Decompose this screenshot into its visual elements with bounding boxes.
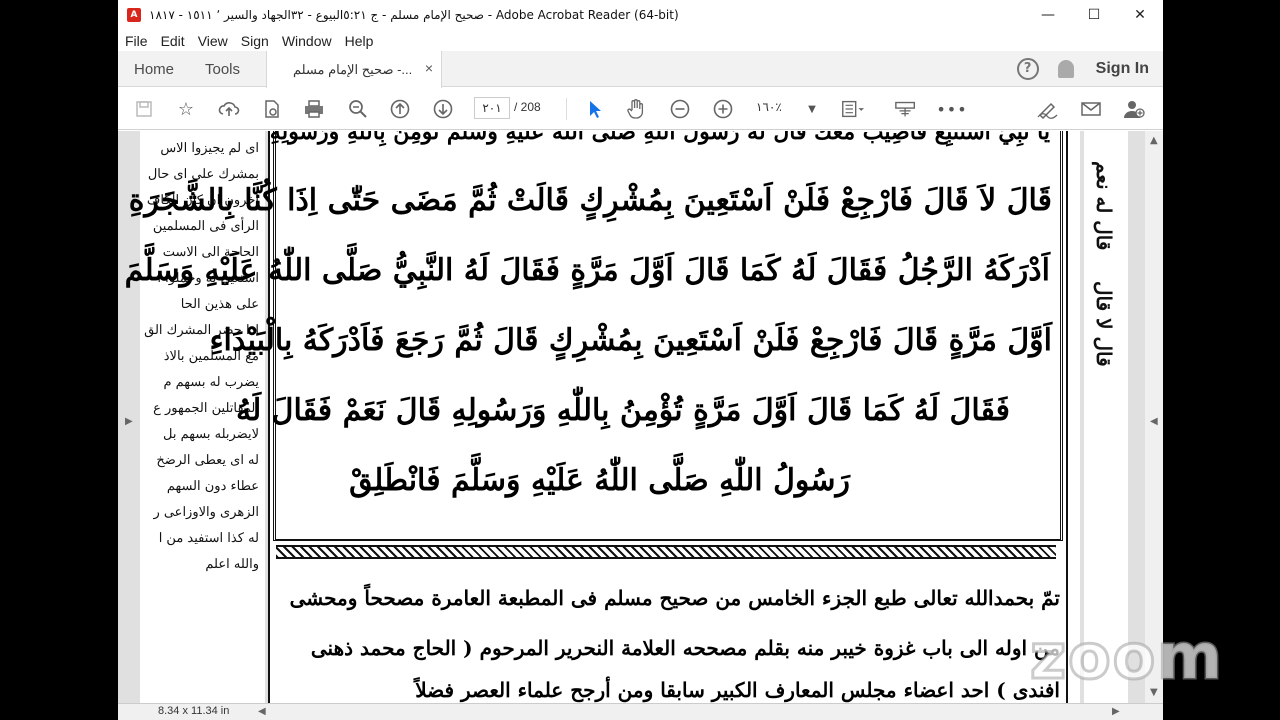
left-page-line: له اى يعطى الرضخ: [156, 453, 259, 468]
status-bar: 8.34 x 11.34 in ◀ ▶: [118, 703, 1163, 720]
hadith-line: رَسُولُ اللّٰهِ صَلَّى اللّٰهُ عَلَيْهِ …: [349, 463, 850, 498]
menu-file[interactable]: File: [125, 33, 148, 49]
colophon-line: تمّ بحمدالله تعالى طبع الجزء الخامس من ص…: [289, 586, 1060, 610]
page-number-input[interactable]: ٢٠١: [474, 97, 510, 119]
scroll-left-arrow-icon[interactable]: ◀: [258, 706, 266, 717]
maximize-button[interactable]: ☐: [1071, 0, 1117, 30]
hadith-line: يا نَبِيِّ اَسْتَتْبِعُ فَأُصِيبَ مَعَكَ…: [269, 131, 1050, 145]
zoom-level[interactable]: ١٦٠٪: [756, 100, 782, 114]
tab-tools[interactable]: Tools: [205, 51, 240, 87]
mail-icon[interactable]: [1079, 97, 1103, 121]
ornamental-divider: [276, 545, 1056, 559]
menu-help[interactable]: Help: [345, 33, 374, 49]
hadith-line: اَوَّلَ مَرَّةٍ قَالَ فَارْجِعْ فَلَنْ ا…: [209, 323, 1052, 358]
search-icon[interactable]: [346, 97, 370, 121]
zoom-dropdown-icon[interactable]: ▼: [800, 97, 824, 121]
document-viewer[interactable]: ▶ اى لم يجيزوا الاس بمشرك على اى حال آخر…: [118, 131, 1163, 703]
window-title: صحيح الإمام مسلم - ج ٥:٢١البيوع - ٣٢الجه…: [149, 8, 679, 22]
menu-view[interactable]: View: [198, 33, 228, 49]
menu-sign[interactable]: Sign: [241, 33, 269, 49]
colophon-line: افندى ) احد اعضاء مجلس المعارف الكبير سا…: [415, 678, 1060, 702]
toolbar-divider: [566, 98, 567, 120]
scan-icon[interactable]: [894, 97, 918, 121]
page-total: / 208: [514, 100, 541, 114]
prev-page-arrow-icon[interactable]: ▶: [125, 416, 133, 427]
close-tab-icon[interactable]: ×: [425, 60, 433, 76]
menu-edit[interactable]: Edit: [161, 33, 185, 49]
left-page-line: الزهرى والاوزاعى ر: [153, 505, 259, 520]
colophon-line: من اوله الى باب غزوة خيبر منه بقلم مصححه…: [310, 636, 1060, 660]
next-page-arrow-icon[interactable]: ◀: [1150, 416, 1158, 427]
tab-document[interactable]: صحيح الإمام مسلم -... ×: [266, 51, 442, 88]
left-page-line: عطاء دون السهم: [166, 479, 259, 494]
tab-home[interactable]: Home: [134, 51, 174, 87]
help-icon[interactable]: ?: [1016, 58, 1039, 80]
scroll-up-arrow-icon[interactable]: ▲: [1150, 135, 1158, 146]
page-up-icon[interactable]: [388, 97, 412, 121]
left-page-line: له كذا استفيد من ا: [158, 531, 259, 546]
left-page-line: يضرب له بسهم م: [163, 375, 259, 390]
toolbar: ☆ ٢٠١ / 208 ١٦٠٪ ▼ •••: [118, 88, 1163, 130]
page-down-icon[interactable]: [431, 97, 455, 121]
menu-bar: File Edit View Sign Window Help: [118, 30, 1163, 51]
page-size-label: 8.34 x 11.34 in: [158, 705, 230, 717]
zoom-watermark: zoom: [1029, 619, 1224, 695]
vertical-scrollbar[interactable]: ▲ ◀ ▼: [1145, 131, 1163, 703]
scroll-right-arrow-icon[interactable]: ▶: [1112, 706, 1120, 717]
next-page-margin: قال له نعم قال لا قال: [1084, 131, 1128, 703]
left-page-line: على هذين الحا: [180, 297, 259, 312]
tab-bar: Home Tools صحيح الإمام مسلم -... × ? Sig…: [118, 51, 1163, 88]
print-icon[interactable]: [302, 97, 326, 121]
left-page-line: بمشرك على اى حال: [147, 167, 259, 182]
hand-icon[interactable]: [624, 97, 648, 121]
add-user-icon[interactable]: [1122, 97, 1146, 121]
margin-note: قال له نعم: [1092, 161, 1116, 251]
left-page-line: لايضربله بسهم بل: [163, 427, 259, 442]
fit-page-icon[interactable]: [840, 97, 864, 121]
left-page-line: والله اعلم: [205, 557, 259, 572]
zoom-in-icon[interactable]: [711, 97, 735, 121]
cursor-icon[interactable]: [583, 97, 607, 121]
minimize-button[interactable]: —: [1025, 0, 1071, 30]
more-icon[interactable]: •••: [936, 97, 966, 121]
menu-window[interactable]: Window: [282, 33, 332, 49]
star-icon[interactable]: ☆: [174, 97, 198, 121]
upload-icon[interactable]: [217, 97, 241, 121]
hadith-line: قَالَ لاَ قَالَ فَارْجِعْ فَلَنْ اَسْتَع…: [128, 183, 1052, 218]
close-button[interactable]: ✕: [1117, 0, 1163, 30]
hadith-line: اَدْرَكَهُ الرَّجُلُ فَقَالَ لَهُ كَمَا …: [118, 253, 1050, 288]
margin-note: قال لا قال: [1092, 281, 1116, 367]
zoom-out-icon[interactable]: [668, 97, 692, 121]
sign-in-button[interactable]: Sign In: [1096, 60, 1149, 78]
sign-icon[interactable]: [1036, 97, 1060, 121]
document-search-icon[interactable]: [260, 97, 284, 121]
left-page-line: اى لم يجيزوا الاس: [160, 141, 259, 156]
tab-document-label: صحيح الإمام مسلم -...: [293, 61, 413, 77]
left-page-line: الرأى فى المسلمين: [152, 219, 259, 234]
title-bar: A صحيح الإمام مسلم - ج ٥:٢١البيوع - ٣٢ال…: [118, 0, 1163, 30]
acrobat-window: A صحيح الإمام مسلم - ج ٥:٢١البيوع - ٣٢ال…: [118, 0, 1163, 720]
save-icon[interactable]: [132, 97, 156, 121]
acrobat-app-icon: A: [127, 8, 141, 22]
current-page: يا نَبِيِّ اَسْتَتْبِعُ فَأُصِيبَ مَعَكَ…: [118, 131, 1080, 703]
bell-icon[interactable]: [1057, 60, 1074, 78]
hadith-line: فَقَالَ لَهُ كَمَا قَالَ اَوَّلَ مَرَّةٍ…: [236, 393, 1010, 428]
